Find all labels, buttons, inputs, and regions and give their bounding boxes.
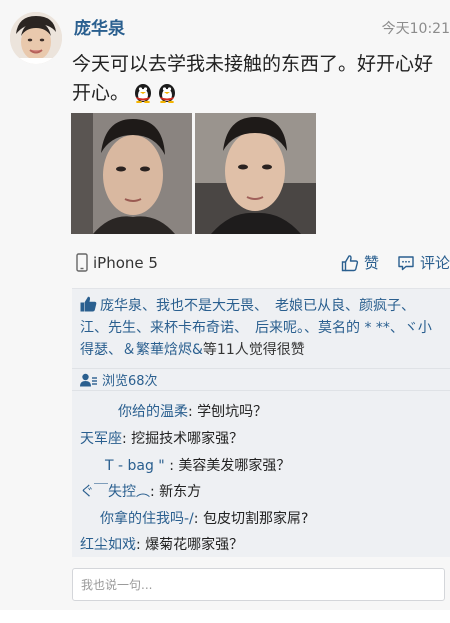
- comment-button[interactable]: 评论: [397, 252, 450, 273]
- qq-penguin-emoji-icon: [135, 84, 152, 103]
- timestamp: 今天10:21: [381, 21, 450, 37]
- comment-item: 你给的温柔: 学刨坑吗？: [118, 401, 267, 421]
- comment-text: : 挖掘技术哪家强？: [122, 431, 244, 447]
- person-views-icon: [80, 373, 97, 386]
- post-actions: 赞 评论: [341, 252, 450, 273]
- comment-input[interactable]: [72, 568, 445, 601]
- like-label: 赞: [363, 254, 379, 272]
- comment-item: 天军座: 挖掘技术哪家强？: [80, 428, 243, 448]
- comment-author[interactable]: 你给的温柔: [118, 404, 188, 420]
- phone-icon: [76, 253, 88, 272]
- comment-author[interactable]: ぐ￣失控︵: [80, 484, 150, 500]
- comment-text: : 新东方: [150, 484, 202, 500]
- comment-item: 红尘如戏: 爆菊花哪家强？: [80, 534, 243, 554]
- photo-image: [195, 113, 316, 234]
- comment-bubble-icon: [398, 255, 414, 270]
- comment-text: : 爆菊花哪家强？: [136, 537, 244, 553]
- photo-thumbnail[interactable]: [71, 113, 192, 234]
- emoji-row: [133, 81, 177, 103]
- avatar-image: [10, 12, 62, 64]
- comment-text: : 学刨坑吗？: [188, 404, 268, 420]
- photo-thumbnail[interactable]: [195, 113, 316, 234]
- device-info: iPhone 5: [76, 253, 158, 272]
- comment-item: 你拿的住我吗-/: 包皮切割那家屌?: [100, 508, 308, 528]
- comment-author[interactable]: 你拿的住我吗-/: [100, 511, 194, 527]
- qq-penguin-emoji-icon: [159, 84, 176, 103]
- post-text-content: 今天可以去学我未接触的东西了。好开心好开心。: [72, 53, 434, 104]
- comment-item: T - bag " : 美容美发哪家强？: [105, 455, 290, 475]
- comment-label: 评论: [419, 254, 450, 272]
- like-button[interactable]: 赞: [341, 252, 379, 273]
- comment-text: : 包皮切割那家屌?: [193, 511, 309, 527]
- comments-list: 你给的温柔: 学刨坑吗？ 天军座: 挖掘技术哪家强？ T - bag " : 美…: [72, 390, 450, 557]
- post-text: 今天可以去学我未接触的东西了。好开心好开心。: [72, 50, 442, 108]
- likes-panel: 庞华泉、我也不是大无畏、 老娘已从良、颜疯子、 江、先生、来杯卡布奇诺、 后来呢…: [72, 288, 450, 368]
- thumbs-up-icon: [341, 254, 359, 271]
- views-row: 浏览68次: [72, 368, 450, 390]
- username[interactable]: 庞华泉: [74, 14, 125, 39]
- post-card: 庞华泉 今天10:21 今天可以去学我未接触的东西了。好开心好开心。 iPhon…: [0, 0, 450, 610]
- page: 庞华泉 今天10:21 今天可以去学我未接触的东西了。好开心好开心。 iPhon…: [0, 0, 450, 623]
- thumbs-up-filled-icon: [80, 296, 97, 312]
- comment-item: ぐ￣失控︵: 新东方: [80, 481, 201, 501]
- photo-image: [71, 113, 192, 234]
- device-label: iPhone 5: [93, 253, 158, 272]
- photo-gallery: [71, 113, 316, 234]
- comment-text: : 美容美发哪家强？: [164, 458, 291, 474]
- avatar[interactable]: [10, 12, 62, 64]
- comment-author[interactable]: 红尘如戏: [80, 537, 136, 553]
- likes-count: 等11人觉得很赞: [202, 342, 305, 358]
- comment-author[interactable]: T - bag ": [105, 458, 165, 474]
- views-count: 浏览68次: [102, 374, 158, 389]
- comment-author[interactable]: 天军座: [80, 431, 122, 447]
